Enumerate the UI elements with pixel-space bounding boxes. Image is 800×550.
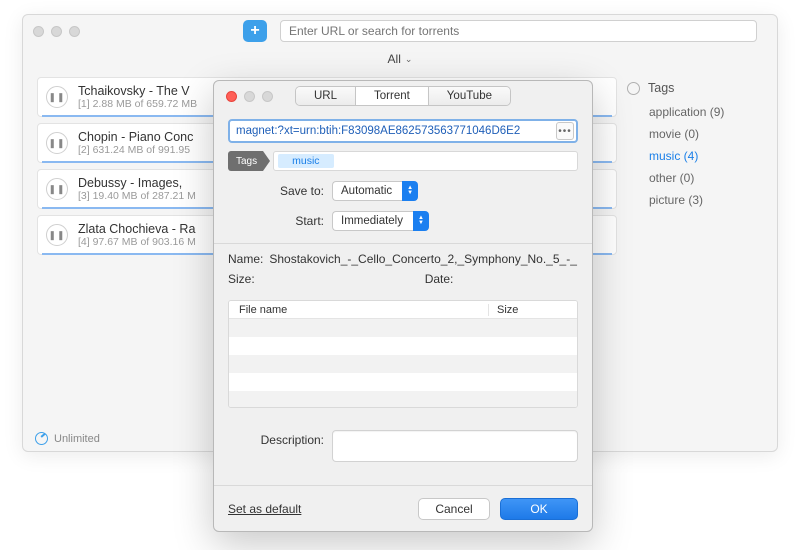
description-label: Description: <box>228 430 324 447</box>
description-row: Description: <box>228 430 578 462</box>
size-date-row: Size: Date: <box>228 272 578 292</box>
add-dialog: URL Torrent YouTube ••• Tags music Save … <box>213 80 593 532</box>
gauge-icon <box>35 432 48 445</box>
tag-other[interactable]: other (0) <box>649 171 765 185</box>
source-segmented-control: URL Torrent YouTube <box>295 86 511 106</box>
files-table[interactable]: File name Size <box>228 300 578 408</box>
col-size[interactable]: Size <box>489 304 577 316</box>
search-input[interactable] <box>280 20 757 42</box>
list-item-text: Debussy - Images, [3] 19.40 MB of 287.21… <box>78 176 196 202</box>
tags-sidebar: Tags application (9) movie (0) music (4)… <box>627 71 777 427</box>
set-as-default-link[interactable]: Set as default <box>228 502 301 516</box>
table-row <box>229 337 577 355</box>
url-more-button[interactable]: ••• <box>556 122 574 140</box>
cancel-button[interactable]: Cancel <box>418 498 490 520</box>
filter-bar[interactable]: All ⌄ <box>23 47 777 71</box>
start-label: Start: <box>228 214 324 228</box>
tag-music[interactable]: music (4) <box>649 149 765 163</box>
tags-header-label: Tags <box>648 81 674 95</box>
pause-icon[interactable]: ❚❚ <box>46 86 68 108</box>
tab-youtube[interactable]: YouTube <box>429 87 510 105</box>
save-to-row: Save to: Automatic ▲▼ <box>228 181 578 201</box>
pause-icon[interactable]: ❚❚ <box>46 132 68 154</box>
tag-picture[interactable]: picture (3) <box>649 193 765 207</box>
start-select[interactable]: Immediately ▲▼ <box>332 211 429 231</box>
search-field-wrap <box>280 20 757 42</box>
list-item-status: [1] 2.88 MB of 659.72 MB <box>78 98 197 110</box>
list-item-status: [3] 19.40 MB of 287.21 M <box>78 190 196 202</box>
tags-input[interactable]: music <box>273 151 578 171</box>
filter-label: All <box>388 52 401 66</box>
close-icon[interactable] <box>226 91 237 102</box>
list-item-title: Zlata Chochieva - Ra <box>78 222 196 236</box>
main-titlebar: + <box>23 15 777 47</box>
pause-icon[interactable]: ❚❚ <box>46 178 68 200</box>
ok-button[interactable]: OK <box>500 498 578 520</box>
size-label: Size: <box>228 272 255 286</box>
divider <box>214 243 592 244</box>
status-footer: Unlimited <box>35 432 100 445</box>
name-row: Name: Shostakovich_-_Cello_Concerto_2,_S… <box>228 252 578 266</box>
list-item-title: Tchaikovsky - The V <box>78 84 197 98</box>
tag-icon <box>627 82 640 95</box>
list-item-title: Debussy - Images, <box>78 176 196 190</box>
name-value: Shostakovich_-_Cello_Concerto_2,_Symphon… <box>269 252 578 266</box>
table-header: File name Size <box>229 301 577 319</box>
start-row: Start: Immediately ▲▼ <box>228 211 578 231</box>
zoom-icon[interactable] <box>69 26 80 37</box>
start-value: Immediately <box>332 211 413 231</box>
tags-header: Tags <box>627 81 765 95</box>
col-filename[interactable]: File name <box>229 304 489 316</box>
plus-icon: + <box>250 22 259 40</box>
name-label: Name: <box>228 252 263 266</box>
url-field-wrap: ••• <box>228 119 578 143</box>
chevron-down-icon: ⌄ <box>405 54 413 65</box>
pause-icon[interactable]: ❚❚ <box>46 224 68 246</box>
tab-url[interactable]: URL <box>296 87 356 105</box>
zoom-icon <box>262 91 273 102</box>
magnet-url-input[interactable] <box>228 119 578 143</box>
tab-torrent[interactable]: Torrent <box>356 87 429 105</box>
list-item-text: Tchaikovsky - The V [1] 2.88 MB of 659.7… <box>78 84 197 110</box>
chevron-updown-icon: ▲▼ <box>413 211 429 231</box>
list-item-status: [2] 631.24 MB of 991.95 <box>78 144 193 156</box>
speed-label: Unlimited <box>54 433 100 445</box>
save-to-label: Save to: <box>228 184 324 198</box>
dialog-footer: Set as default Cancel OK <box>214 485 592 531</box>
tags-row: Tags music <box>228 151 578 171</box>
table-row <box>229 319 577 337</box>
description-input[interactable] <box>332 430 578 462</box>
list-item-text: Chopin - Piano Conc [2] 631.24 MB of 991… <box>78 130 193 156</box>
dialog-titlebar: URL Torrent YouTube <box>214 81 592 111</box>
list-item-status: [4] 97.67 MB of 903.16 M <box>78 236 196 248</box>
chevron-updown-icon: ▲▼ <box>402 181 418 201</box>
add-button[interactable]: + <box>243 20 267 42</box>
tag-application[interactable]: application (9) <box>649 105 765 119</box>
tag-chip-music[interactable]: music <box>278 154 333 168</box>
dialog-body: ••• Tags music Save to: Automatic ▲▼ Sta… <box>214 111 592 485</box>
list-item-text: Zlata Chochieva - Ra [4] 97.67 MB of 903… <box>78 222 196 248</box>
traffic-lights <box>33 26 80 37</box>
table-row <box>229 355 577 373</box>
table-row <box>229 391 577 408</box>
minimize-icon[interactable] <box>51 26 62 37</box>
tag-list: application (9) movie (0) music (4) othe… <box>627 105 765 207</box>
date-label: Date: <box>425 272 454 286</box>
table-row <box>229 373 577 391</box>
minimize-icon <box>244 91 255 102</box>
tag-movie[interactable]: movie (0) <box>649 127 765 141</box>
save-to-value: Automatic <box>332 181 402 201</box>
list-item-title: Chopin - Piano Conc <box>78 130 193 144</box>
close-icon[interactable] <box>33 26 44 37</box>
tags-chevron-label: Tags <box>228 151 263 171</box>
save-to-select[interactable]: Automatic ▲▼ <box>332 181 418 201</box>
